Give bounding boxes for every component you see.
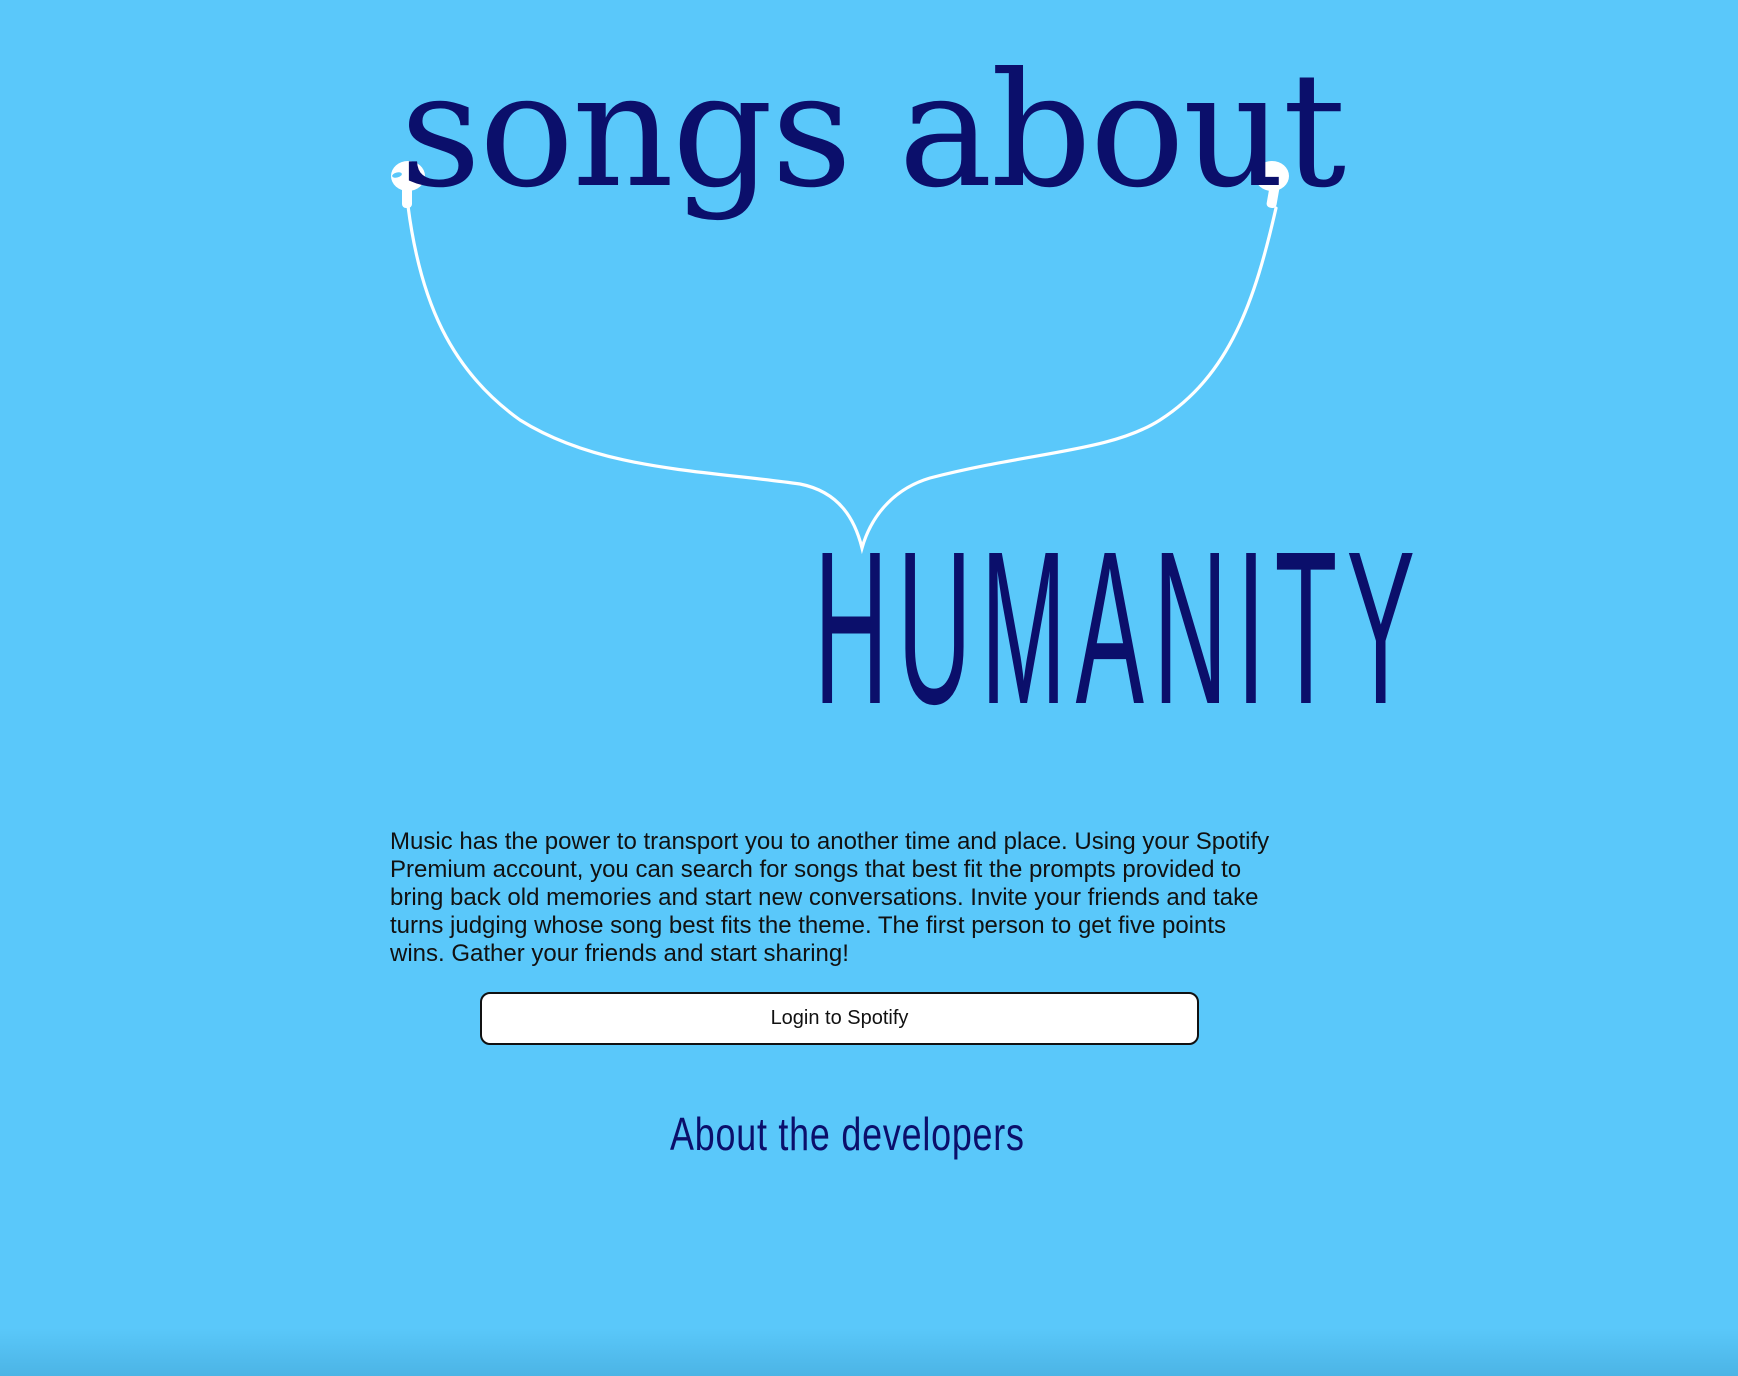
- page-subtitle: songs about: [400, 39, 1346, 223]
- about-developers-label: About the developers: [670, 1108, 1025, 1160]
- about-developers-link[interactable]: About the developers: [620, 1106, 1062, 1162]
- login-to-spotify-button[interactable]: Login to Spotify: [480, 992, 1199, 1045]
- intro-paragraph: Music has the power to transport you to …: [390, 828, 1270, 967]
- page-title-text: HUMANITY: [814, 507, 1425, 750]
- earphone-cord: [406, 204, 1278, 555]
- landing-page: songs about HUMANITY Music has the power…: [0, 0, 1738, 1376]
- page-title: HUMANITY: [470, 520, 1415, 750]
- bottom-shade: [0, 1328, 1738, 1376]
